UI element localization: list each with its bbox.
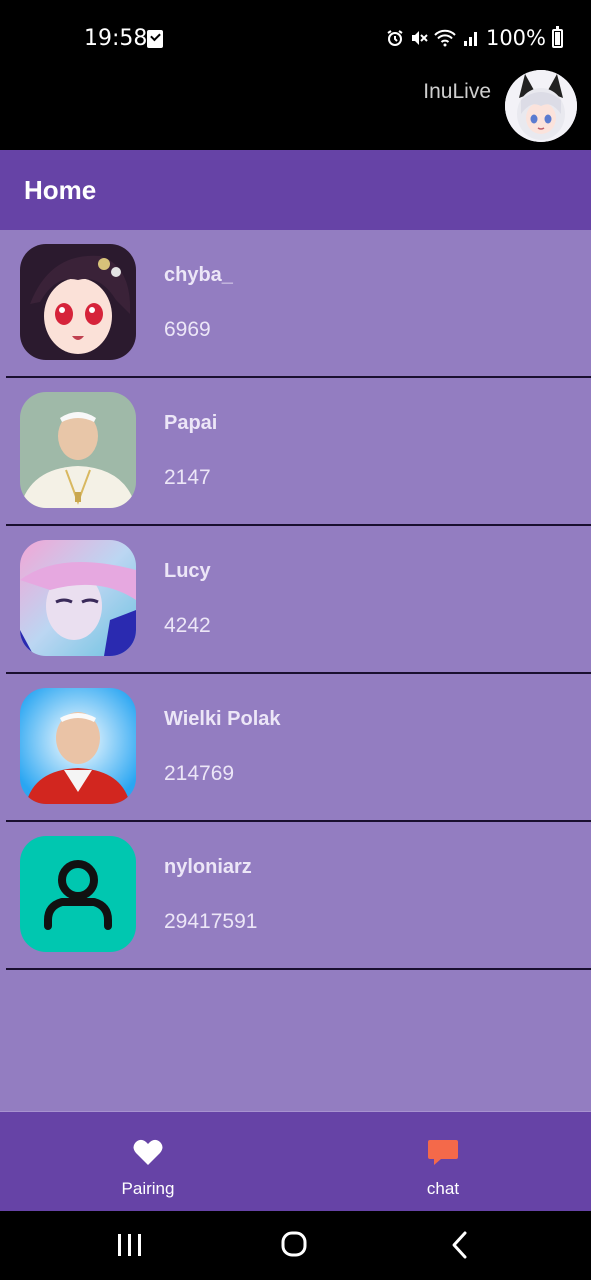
contact-item-lucy[interactable]: Lucy 4242 bbox=[0, 526, 591, 674]
page-title: Home bbox=[24, 175, 97, 205]
contact-count: 4242 bbox=[164, 614, 211, 637]
avatar bbox=[20, 688, 136, 804]
battery-icon bbox=[552, 25, 563, 48]
mute-icon bbox=[411, 31, 428, 45]
battery-percent: 100% bbox=[485, 26, 546, 50]
system-nav-bar bbox=[0, 1211, 591, 1280]
recent-apps-icon[interactable] bbox=[110, 1229, 150, 1261]
contact-count: 2147 bbox=[164, 466, 211, 489]
contact-name: nyloniarz bbox=[164, 856, 252, 878]
nav-chat-label: chat bbox=[426, 1179, 460, 1198]
nav-chat[interactable]: chat bbox=[363, 1112, 523, 1212]
contact-item-chyba[interactable]: chyba_ 6969 bbox=[0, 230, 591, 378]
username: InuLive bbox=[423, 80, 491, 103]
wifi-icon bbox=[434, 29, 456, 47]
user-bar: InuLive bbox=[0, 70, 591, 150]
divider bbox=[6, 968, 591, 970]
contact-count: 6969 bbox=[164, 318, 211, 341]
checklist-notification-icon bbox=[147, 30, 163, 48]
contact-name: Papai bbox=[164, 412, 218, 434]
contact-item-wielki-polak[interactable]: Wielki Polak 214769 bbox=[0, 674, 591, 822]
contact-name: Wielki Polak bbox=[164, 708, 281, 730]
status-time: 19:58 bbox=[84, 26, 148, 51]
avatar bbox=[20, 540, 136, 656]
heart-icon bbox=[133, 1139, 163, 1165]
contact-name: chyba_ bbox=[164, 264, 233, 286]
default-user-icon bbox=[44, 860, 112, 930]
signal-icon bbox=[463, 32, 477, 46]
bottom-nav: Pairing chat bbox=[0, 1111, 591, 1211]
portrait-avatar-image bbox=[20, 688, 136, 804]
contact-item-papai[interactable]: Papai 2147 bbox=[0, 378, 591, 526]
nav-pairing[interactable]: Pairing bbox=[68, 1112, 228, 1212]
contact-count: 214769 bbox=[164, 762, 235, 785]
status-bar: 19:58 100% bbox=[0, 0, 591, 70]
back-icon[interactable] bbox=[440, 1229, 480, 1261]
status-icons: 100% bbox=[386, 25, 563, 50]
avatar bbox=[20, 244, 136, 360]
profile-avatar[interactable] bbox=[505, 70, 577, 142]
contact-count: 29417591 bbox=[164, 910, 258, 933]
avatar bbox=[20, 836, 136, 952]
anime-girl-avatar-image bbox=[20, 244, 136, 360]
anime-character-avatar-image bbox=[20, 540, 136, 656]
anime-fox-girl-avatar-image bbox=[505, 70, 577, 142]
avatar bbox=[20, 392, 136, 508]
app-bar: Home bbox=[0, 150, 591, 230]
alarm-icon bbox=[387, 30, 403, 46]
contact-list: chyba_ 6969 Papai 2147 Lucy 4242 Wielki … bbox=[0, 230, 591, 1111]
chat-icon bbox=[428, 1140, 458, 1165]
portrait-avatar-image bbox=[20, 392, 136, 508]
contact-name: Lucy bbox=[164, 560, 211, 582]
nav-pairing-label: Pairing bbox=[121, 1179, 175, 1198]
home-icon[interactable] bbox=[274, 1229, 314, 1261]
contact-item-nyloniarz[interactable]: nyloniarz 29417591 bbox=[0, 822, 591, 970]
